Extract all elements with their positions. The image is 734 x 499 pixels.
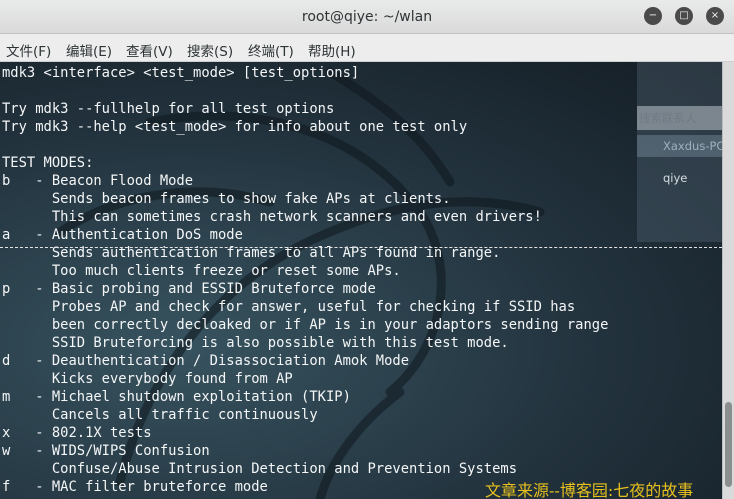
window-title: root@qiye: ~/wlan [301,9,433,25]
terminal-text: mdk3 <interface> <test_mode> [test_optio… [2,64,722,496]
terminal-line: Try mdk3 --fullhelp for all test options [2,101,335,117]
menu-help[interactable]: 帮助(H) [308,40,356,60]
terminal-divider [0,247,722,248]
terminal-line: b - Beacon Flood Mode [2,173,194,189]
terminal-scrollbar[interactable] [722,62,734,499]
scrollbar-thumb[interactable] [725,402,732,487]
terminal-line: w - WIDS/WIPS Confusion [2,443,210,459]
terminal-line: This can sometimes crash network scanner… [2,209,542,225]
blog-watermark: 文章来源--博客园:七夜的故事 [485,481,694,499]
terminal-line: mdk3 <interface> <test_mode> [test_optio… [2,65,360,81]
menu-file[interactable]: 文件(F) [6,40,51,60]
terminal-line: Too much clients freeze or reset some AP… [2,263,401,279]
terminal-line: Sends beacon frames to show fake APs at … [2,191,451,207]
terminal-line: Cancels all traffic continuously [2,407,318,423]
terminal-line: TEST MODES: [2,155,94,171]
maximize-button[interactable]: □ [675,7,693,25]
terminal-line: d - Deauthentication / Disassociation Am… [2,353,410,369]
close-button[interactable]: × [706,7,724,25]
title-bar[interactable]: root@qiye: ~/wlan − □ × [0,0,734,34]
terminal-line: Try mdk3 --help <test_mode> for info abo… [2,119,468,135]
terminal-window: root@qiye: ~/wlan − □ × 文件(F) 编辑(E) 查看(V… [0,0,734,499]
terminal-output[interactable]: 搜索联系人 Xaxdus-PC qiye mdk3 <interface> <t… [0,62,722,499]
terminal-line: Kicks everybody found from AP [2,371,293,387]
minimize-button[interactable]: − [644,7,662,25]
terminal-line: Probes AP and check for answer, useful f… [2,299,576,315]
menu-edit[interactable]: 编辑(E) [66,40,112,60]
menu-search[interactable]: 搜索(S) [187,40,233,60]
menu-terminal[interactable]: 终端(T) [248,40,294,60]
terminal-line: SSID Bruteforcing is also possible with … [2,335,509,351]
menu-view[interactable]: 查看(V) [126,40,173,60]
terminal-line: a - Authentication DoS mode [2,227,243,243]
terminal-line: been correctly decloaked or if AP is in … [2,317,609,333]
terminal-line: x - 802.1X tests [2,425,152,441]
terminal-line: Confuse/Abuse Intrusion Detection and Pr… [2,461,517,477]
menu-bar: 文件(F) 编辑(E) 查看(V) 搜索(S) 终端(T) 帮助(H) [0,34,734,62]
terminal-line: p - Basic probing and ESSID Bruteforce m… [2,281,376,297]
terminal-line: m - Michael shutdown exploitation (TKIP) [2,389,351,405]
